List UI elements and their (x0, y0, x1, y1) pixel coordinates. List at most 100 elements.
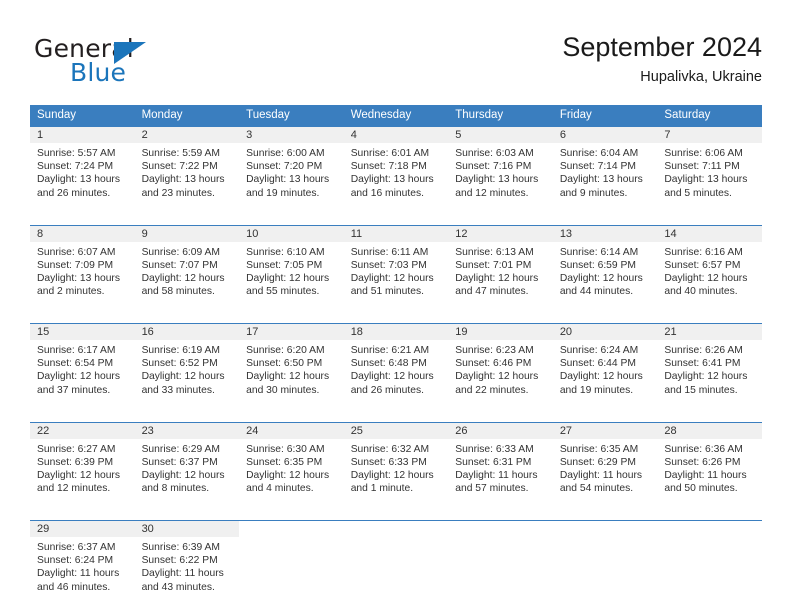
calendar-day-cell[interactable]: 19 Sunrise: 6:23 AM Sunset: 6:46 PM Dayligh… (448, 323, 553, 414)
day-cell-inner: 11 Sunrise: 6:11 AM Sunset: 7:03 PM Dayligh… (343, 225, 449, 316)
day-number: 29 (30, 521, 135, 537)
day-number: 16 (134, 324, 240, 340)
daylight-text-line2: and 5 minutes. (664, 187, 732, 199)
weekday-header-friday: Friday (552, 105, 658, 127)
sunrise-text: Sunrise: 6:14 AM (559, 246, 639, 258)
title-block: September 2024 Hupalivka, Ukraine (562, 30, 762, 88)
day-details: Sunrise: 6:03 AM Sunset: 7:16 PM Daylight:… (448, 143, 553, 200)
calendar-day-cell[interactable]: 23 Sunrise: 6:29 AM Sunset: 6:37 PM Dayligh… (134, 421, 240, 513)
calendar-day-cell[interactable]: 8 Sunrise: 6:07 AM Sunset: 7:09 PM Daylight… (30, 224, 135, 316)
daylight-text-line1: Daylight: 12 hours (37, 469, 120, 481)
daylight-text-line1: Daylight: 13 hours (141, 174, 225, 186)
daylight-text-line2: and 55 minutes. (246, 286, 320, 298)
day-cell-inner: 23 Sunrise: 6:29 AM Sunset: 6:37 PM Dayligh… (134, 422, 240, 513)
daylight-text-line1: Daylight: 12 hours (350, 272, 434, 284)
calendar-day-cell[interactable]: 29 Sunrise: 6:37 AM Sunset: 6:24 PM Dayligh… (30, 520, 135, 611)
sunset-text: Sunset: 6:54 PM (37, 358, 114, 370)
day-cell-inner: 15 Sunrise: 6:17 AM Sunset: 6:54 PM Dayligh… (30, 324, 135, 414)
daylight-text-line1: Daylight: 13 hours (350, 174, 434, 186)
general-blue-logo[interactable]: General Blue (34, 34, 244, 90)
day-cell-inner: 12 Sunrise: 6:13 AM Sunset: 7:01 PM Dayligh… (448, 225, 553, 316)
calendar-day-cell[interactable]: 27 Sunrise: 6:35 AM Sunset: 6:29 PM Dayligh… (552, 421, 658, 513)
calendar-day-cell[interactable]: 22 Sunrise: 6:27 AM Sunset: 6:39 PM Dayligh… (30, 421, 135, 513)
calendar-day-cell[interactable]: 17 Sunrise: 6:20 AM Sunset: 6:50 PM Dayligh… (239, 323, 344, 414)
daylight-text-line2: and 12 minutes. (37, 483, 111, 495)
calendar-day-cell[interactable]: 30 Sunrise: 6:39 AM Sunset: 6:22 PM Dayligh… (134, 520, 240, 611)
day-cell-inner (239, 521, 344, 611)
weekday-header-thursday: Thursday (448, 105, 553, 127)
day-number: 21 (657, 324, 762, 340)
daylight-text-line1: Daylight: 12 hours (559, 371, 643, 383)
calendar-day-cell[interactable]: 28 Sunrise: 6:36 AM Sunset: 6:26 PM Dayligh… (657, 421, 762, 513)
calendar-day-cell[interactable]: 26 Sunrise: 6:33 AM Sunset: 6:31 PM Dayligh… (448, 421, 553, 513)
sunset-text: Sunset: 6:31 PM (455, 456, 532, 468)
day-number: 10 (239, 225, 344, 242)
sunrise-text: Sunrise: 6:37 AM (37, 542, 116, 553)
calendar-day-cell[interactable]: 24 Sunrise: 6:30 AM Sunset: 6:35 PM Dayligh… (239, 421, 344, 513)
day-details: Sunrise: 6:11 AM Sunset: 7:03 PM Daylight:… (344, 242, 449, 299)
day-details: Sunrise: 6:10 AM Sunset: 7:05 PM Daylight:… (239, 242, 344, 299)
day-cell-inner: 16 Sunrise: 6:19 AM Sunset: 6:52 PM Dayligh… (134, 324, 240, 414)
day-number: 19 (448, 324, 553, 340)
day-details: Sunrise: 5:57 AM Sunset: 7:24 PM Daylight:… (30, 143, 135, 200)
daylight-text-line2: and 51 minutes. (350, 286, 424, 298)
calendar-day-cell[interactable]: 4 Sunrise: 6:01 AM Sunset: 7:18 PM Daylight… (343, 127, 449, 217)
sunrise-text: Sunrise: 6:01 AM (350, 148, 430, 159)
sunrise-text: Sunrise: 6:00 AM (246, 148, 325, 159)
daylight-text-line2: and 26 minutes. (350, 384, 424, 396)
daylight-text-line2: and 23 minutes. (141, 187, 215, 199)
calendar-day-cell[interactable]: 16 Sunrise: 6:19 AM Sunset: 6:52 PM Dayligh… (134, 323, 240, 414)
day-number: 14 (657, 225, 762, 242)
day-details: Sunrise: 6:17 AM Sunset: 6:54 PM Daylight:… (30, 340, 135, 397)
day-number (657, 521, 762, 537)
calendar-day-cell[interactable]: 6 Sunrise: 6:04 AM Sunset: 7:14 PM Daylight… (552, 127, 658, 217)
calendar-day-cell[interactable]: 25 Sunrise: 6:32 AM Sunset: 6:33 PM Dayligh… (343, 421, 449, 513)
day-number (239, 521, 344, 537)
calendar-day-cell[interactable]: 14 Sunrise: 6:16 AM Sunset: 6:57 PM Dayligh… (657, 224, 762, 316)
day-cell-inner: 4 Sunrise: 6:01 AM Sunset: 7:18 PM Daylight… (343, 127, 449, 217)
calendar-day-cell[interactable]: 18 Sunrise: 6:21 AM Sunset: 6:48 PM Dayligh… (343, 323, 449, 414)
sunrise-text: Sunrise: 6:13 AM (455, 246, 534, 258)
calendar-day-cell[interactable]: 7 Sunrise: 6:06 AM Sunset: 7:11 PM Daylight… (657, 127, 762, 217)
day-cell-inner: 30 Sunrise: 6:39 AM Sunset: 6:22 PM Dayligh… (134, 521, 240, 611)
day-cell-inner (552, 521, 658, 611)
calendar-day-cell[interactable]: 1 Sunrise: 5:57 AM Sunset: 7:24 PM Daylight… (30, 127, 135, 217)
calendar-day-cell[interactable]: 20 Sunrise: 6:24 AM Sunset: 6:44 PM Dayligh… (552, 323, 658, 414)
sunset-text: Sunset: 7:07 PM (141, 259, 218, 271)
day-cell-inner: 8 Sunrise: 6:07 AM Sunset: 7:09 PM Daylight… (30, 225, 135, 316)
day-number: 8 (30, 225, 135, 242)
calendar-day-cell[interactable]: 9 Sunrise: 6:09 AM Sunset: 7:07 PM Daylight… (134, 224, 240, 316)
week-spacer-row (30, 217, 762, 225)
weekday-header-tuesday: Tuesday (239, 105, 344, 127)
calendar-day-cell[interactable]: 15 Sunrise: 6:17 AM Sunset: 6:54 PM Dayligh… (30, 323, 135, 414)
calendar-day-cell[interactable]: 12 Sunrise: 6:13 AM Sunset: 7:01 PM Dayligh… (448, 224, 553, 316)
sunset-text: Sunset: 6:24 PM (37, 555, 114, 567)
daylight-text-line2: and 54 minutes. (559, 483, 634, 495)
daylight-text-line1: Daylight: 12 hours (455, 371, 539, 383)
calendar-day-cell[interactable]: 10 Sunrise: 6:10 AM Sunset: 7:05 PM Dayligh… (239, 224, 344, 316)
day-details: Sunrise: 6:14 AM Sunset: 6:59 PM Daylight:… (553, 242, 658, 299)
sunrise-text: Sunrise: 6:10 AM (246, 246, 325, 258)
calendar-day-cell[interactable]: 13 Sunrise: 6:14 AM Sunset: 6:59 PM Dayligh… (552, 224, 658, 316)
location-subtitle: Hupalivka, Ukraine (640, 69, 762, 85)
day-details: Sunrise: 6:26 AM Sunset: 6:41 PM Daylight:… (657, 340, 762, 397)
calendar-day-cell[interactable]: 5 Sunrise: 6:03 AM Sunset: 7:16 PM Daylight… (448, 127, 553, 217)
sunrise-text: Sunrise: 6:33 AM (455, 443, 534, 455)
daylight-text-line2: and 4 minutes. (246, 483, 314, 495)
daylight-text-line1: Daylight: 11 hours (664, 469, 747, 481)
calendar-day-cell[interactable]: 11 Sunrise: 6:11 AM Sunset: 7:03 PM Dayligh… (343, 224, 449, 316)
daylight-text-line1: Daylight: 11 hours (559, 469, 643, 481)
sunrise-text: Sunrise: 6:17 AM (37, 345, 116, 356)
sunrise-text: Sunrise: 6:26 AM (664, 345, 743, 356)
sunrise-text: Sunrise: 6:04 AM (559, 148, 639, 159)
calendar-day-cell[interactable]: 3 Sunrise: 6:00 AM Sunset: 7:20 PM Daylight… (239, 127, 344, 217)
logo-text-blue: Blue (70, 58, 127, 87)
day-cell-inner: 28 Sunrise: 6:36 AM Sunset: 6:26 PM Dayligh… (657, 422, 762, 513)
day-cell-inner: 25 Sunrise: 6:32 AM Sunset: 6:33 PM Dayligh… (343, 422, 449, 513)
calendar-day-cell[interactable]: 2 Sunrise: 5:59 AM Sunset: 7:22 PM Daylight… (134, 127, 240, 217)
sunset-text: Sunset: 6:59 PM (559, 259, 636, 271)
sunset-text: Sunset: 7:20 PM (246, 161, 323, 173)
calendar-day-cell[interactable]: 21 Sunrise: 6:26 AM Sunset: 6:41 PM Dayligh… (657, 323, 762, 414)
sunset-text: Sunset: 7:14 PM (559, 161, 636, 173)
day-number: 22 (30, 422, 135, 439)
